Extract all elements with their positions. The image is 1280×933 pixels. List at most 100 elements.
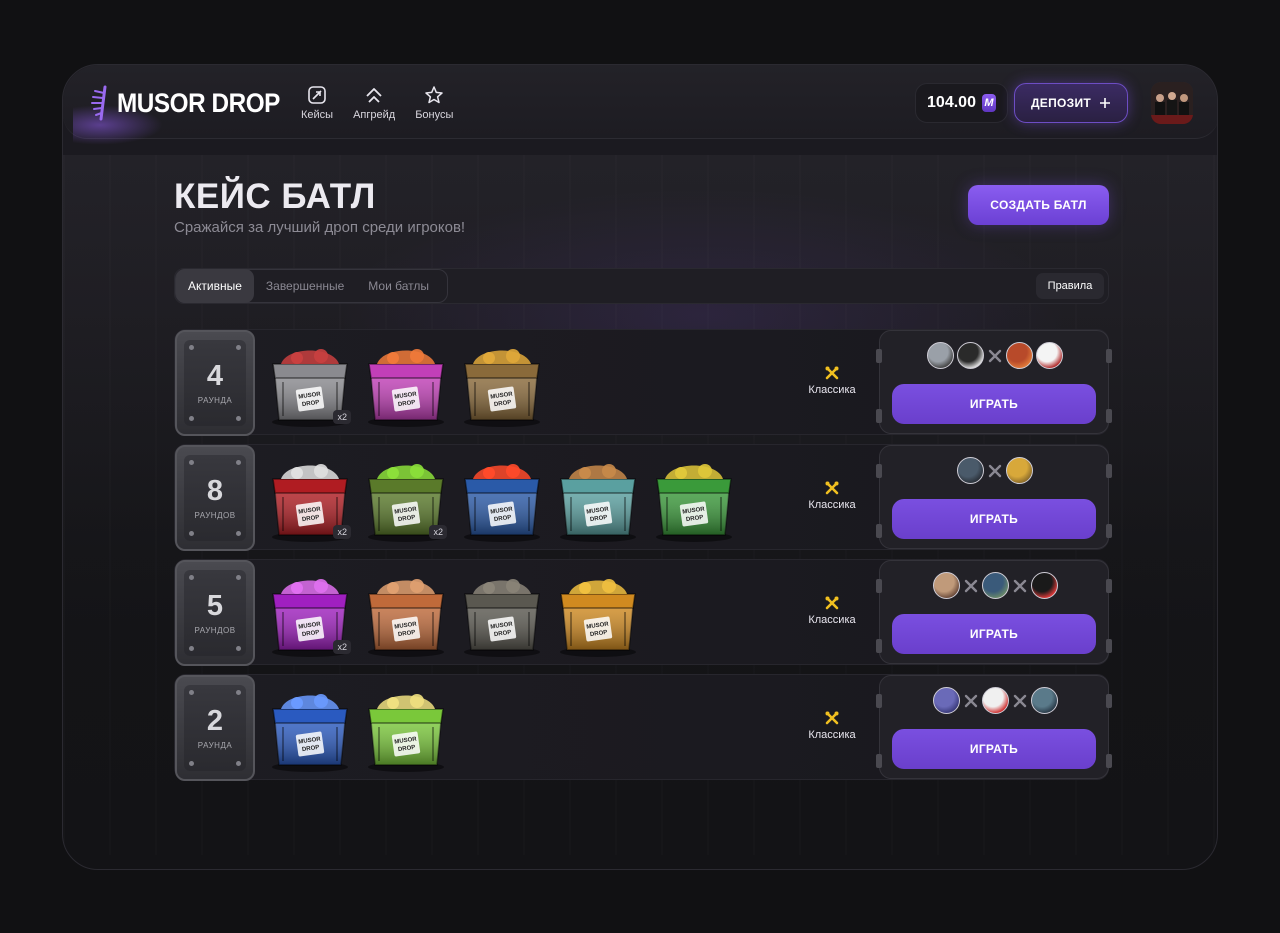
play-button[interactable]: ИГРАТЬ bbox=[892, 614, 1096, 654]
rounds-label: РАУНДА bbox=[197, 740, 233, 750]
case-toxic-case[interactable]: MUSOR DROP x2 bbox=[363, 451, 449, 545]
battle-join-panel: ИГРАТЬ bbox=[876, 330, 1112, 434]
player-avatar[interactable] bbox=[932, 572, 960, 599]
rounds-badge: 4 РАУНДА bbox=[175, 330, 255, 436]
nav-item-label: Кейсы bbox=[301, 109, 334, 121]
player-slots bbox=[880, 457, 1110, 484]
game-mode: Классика bbox=[795, 711, 869, 741]
cases-icon bbox=[308, 86, 326, 104]
brand-logo[interactable]: MUSOR DROP bbox=[89, 85, 298, 121]
rounds-label: РАУНДОВ bbox=[194, 510, 236, 520]
bolt-icon bbox=[236, 761, 241, 766]
rounds-label: РАУНДА bbox=[197, 395, 233, 405]
crossed-tools-icon bbox=[825, 366, 839, 380]
player-avatar[interactable] bbox=[1006, 342, 1033, 369]
avatar-image bbox=[1151, 82, 1193, 124]
case-pizza-case[interactable]: MUSOR DROP bbox=[363, 566, 449, 660]
case-multiplier: x2 bbox=[333, 640, 351, 654]
player-avatar[interactable] bbox=[1030, 572, 1058, 599]
versus-icon bbox=[964, 694, 977, 707]
player-avatar[interactable] bbox=[927, 342, 954, 369]
nav-item-label: Бонусы bbox=[415, 109, 454, 121]
player-avatar[interactable] bbox=[932, 687, 960, 714]
bolt-icon bbox=[236, 460, 241, 465]
tabs-bar: Активные Завершенные Мои батлы Правила bbox=[174, 268, 1109, 304]
play-button[interactable]: ИГРАТЬ bbox=[892, 384, 1096, 424]
tab-my-battles[interactable]: Мои батлы bbox=[356, 269, 441, 303]
bonus-icon bbox=[425, 86, 444, 104]
user-avatar[interactable] bbox=[1151, 82, 1193, 124]
brand-name: MUSOR DROP bbox=[117, 87, 280, 118]
nav-item-cases[interactable]: Кейсы bbox=[301, 85, 333, 121]
bolt-icon bbox=[236, 416, 241, 421]
case-gold-coins-case[interactable]: MUSOR DROP bbox=[459, 336, 545, 430]
bolt-icon bbox=[236, 575, 241, 580]
bolt-icon bbox=[189, 531, 194, 536]
bolt-icon bbox=[189, 345, 194, 350]
battle-row: 8 РАУНДОВ MUSOR DROP x2 MUSOR DROP x2 MUSOR DROP M… bbox=[174, 444, 1112, 551]
case-ghost-case[interactable]: MUSOR DROP x2 bbox=[267, 336, 353, 430]
player-avatar[interactable] bbox=[957, 342, 984, 369]
rules-button[interactable]: Правила bbox=[1036, 273, 1104, 299]
case-multiplier: x2 bbox=[333, 525, 351, 539]
battle-join-panel: ИГРАТЬ bbox=[876, 675, 1112, 779]
case-lime-case[interactable]: MUSOR DROP bbox=[363, 681, 449, 775]
game-mode-label: Классика bbox=[808, 499, 856, 511]
game-mode-label: Классика bbox=[808, 729, 856, 741]
nav-item-bonus[interactable]: Бонусы bbox=[415, 85, 453, 121]
bolt-icon bbox=[236, 345, 241, 350]
case-fire-case[interactable]: MUSOR DROP bbox=[555, 566, 641, 660]
tab-active[interactable]: Активные bbox=[176, 269, 254, 303]
play-button[interactable]: ИГРАТЬ bbox=[892, 729, 1096, 769]
deposit-label: ДЕПОЗИТ bbox=[1030, 96, 1092, 110]
game-mode-label: Классика bbox=[808, 614, 856, 626]
rounds-badge: 5 РАУНДОВ bbox=[175, 560, 255, 666]
case-soldier-case[interactable]: MUSOR DROP bbox=[459, 566, 545, 660]
player-slots bbox=[880, 572, 1110, 599]
tab-finished[interactable]: Завершенные bbox=[254, 269, 356, 303]
play-button[interactable]: ИГРАТЬ bbox=[892, 499, 1096, 539]
rounds-count: 5 bbox=[206, 589, 224, 622]
tabs-group: Активные Завершенные Мои батлы bbox=[175, 269, 448, 303]
plus-icon bbox=[1100, 98, 1111, 108]
balance-display[interactable]: 104.00 M bbox=[915, 83, 1008, 123]
bolt-icon bbox=[189, 460, 194, 465]
case-pink-knife-case[interactable]: MUSOR DROP bbox=[363, 336, 449, 430]
versus-icon bbox=[988, 464, 1002, 477]
bolt-icon bbox=[189, 575, 194, 580]
bolt-icon bbox=[189, 416, 194, 421]
player-avatar[interactable] bbox=[1036, 342, 1063, 369]
bolt-icon bbox=[236, 646, 241, 651]
player-avatar[interactable] bbox=[981, 572, 1009, 599]
player-avatar[interactable] bbox=[1006, 457, 1033, 484]
bolt-icon bbox=[189, 761, 194, 766]
crossed-tools-icon bbox=[825, 596, 839, 610]
case-green-lounge-case[interactable]: MUSOR DROP bbox=[651, 451, 737, 545]
player-avatar[interactable] bbox=[981, 687, 1009, 714]
app-window: MUSOR DROP Кейсы Апгрейд Бонусы 104.00 M… bbox=[62, 64, 1218, 870]
case-multiplier: x2 bbox=[429, 525, 447, 539]
game-mode: Классика bbox=[795, 481, 869, 511]
case-blood-case[interactable]: MUSOR DROP x2 bbox=[267, 451, 353, 545]
case-teal-case[interactable]: MUSOR DROP bbox=[555, 451, 641, 545]
balance-amount: 104.00 bbox=[927, 94, 976, 111]
deposit-button[interactable]: ДЕПОЗИТ bbox=[1014, 83, 1128, 123]
upgrade-icon bbox=[366, 88, 382, 103]
rounds-count: 8 bbox=[206, 474, 224, 507]
battle-row: 2 РАУНДА MUSOR DROP MUSOR DROP Классика ИГРАТЬ bbox=[174, 674, 1112, 781]
case-list: MUSOR DROP x2 MUSOR DROP MUSOR DROP MUSOR DROP bbox=[267, 566, 807, 660]
nav-item-upgrade[interactable]: Апгрейд bbox=[353, 85, 395, 121]
case-counter-case[interactable]: MUSOR DROP bbox=[459, 451, 545, 545]
case-purple-case[interactable]: MUSOR DROP x2 bbox=[267, 566, 353, 660]
bolt-icon bbox=[189, 646, 194, 651]
case-blue-case[interactable]: MUSOR DROP bbox=[267, 681, 353, 775]
nav-item-label: Апгрейд bbox=[353, 109, 396, 121]
page-title: КЕЙС БАТЛ bbox=[174, 177, 376, 216]
crossed-tools-icon bbox=[825, 481, 839, 495]
game-mode: Классика bbox=[795, 366, 869, 396]
player-avatar[interactable] bbox=[1030, 687, 1058, 714]
create-battle-button[interactable]: СОЗДАТЬ БАТЛ bbox=[968, 185, 1109, 225]
player-slots bbox=[880, 687, 1110, 714]
player-avatar[interactable] bbox=[957, 457, 984, 484]
rounds-count: 2 bbox=[206, 704, 224, 737]
